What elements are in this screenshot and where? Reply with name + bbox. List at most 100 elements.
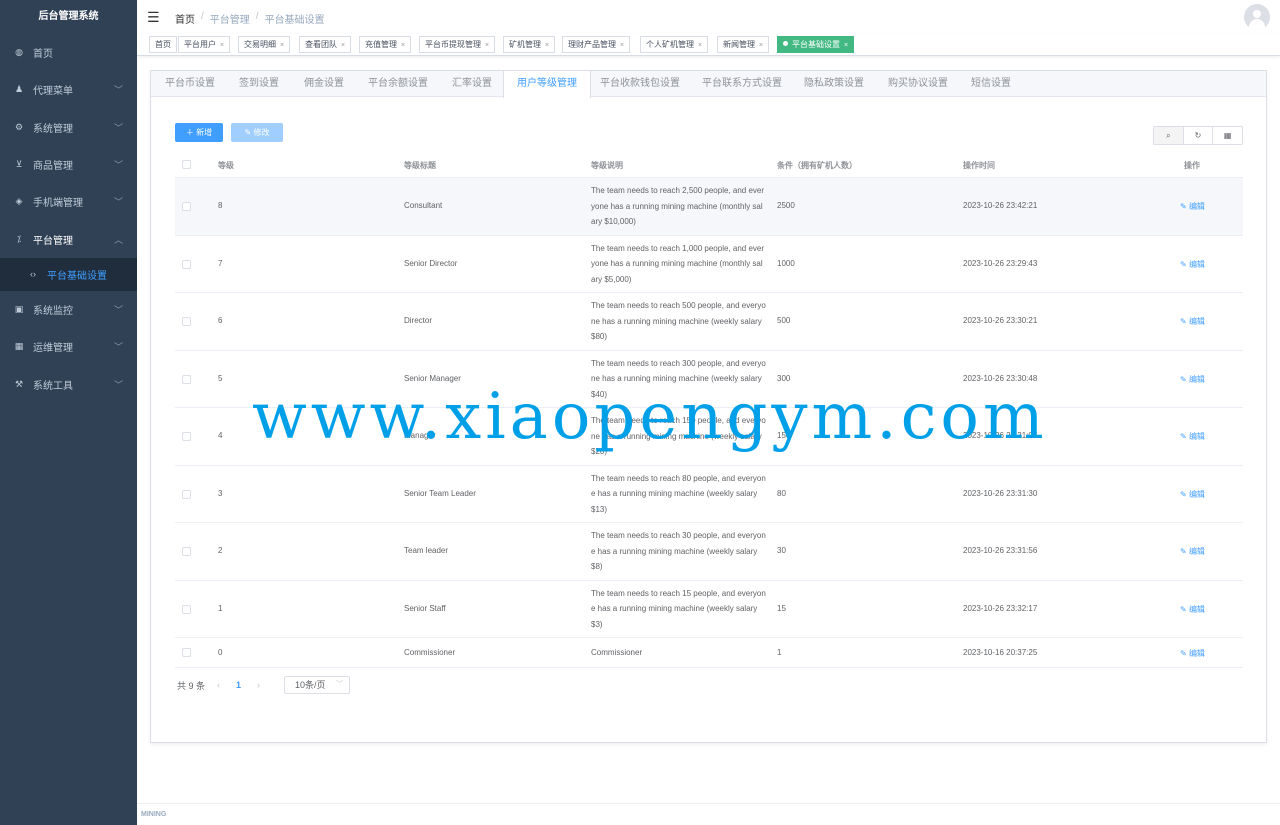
close-icon[interactable]: × — [280, 42, 284, 49]
tag-withdraw[interactable]: 平台币提现管理 × — [419, 36, 496, 53]
tag-news[interactable]: 新闻管理 × — [717, 36, 770, 53]
close-icon[interactable]: × — [620, 42, 624, 49]
row-checkbox[interactable] — [182, 604, 191, 614]
sidebar-item-agent-menu[interactable]: ♟ 代理菜单 ﹀ — [0, 71, 137, 108]
row-checkbox[interactable] — [182, 648, 191, 657]
chevron-down-icon: ﹀ — [113, 122, 123, 133]
close-icon[interactable]: × — [545, 42, 549, 49]
row-checkbox[interactable] — [182, 547, 191, 556]
edit-link-label: 编辑 — [1188, 489, 1205, 499]
sidebar-item-label: 代理菜单 — [33, 86, 73, 98]
row-checkbox[interactable] — [182, 489, 191, 499]
tab-balance[interactable]: 平台余额设置 — [368, 71, 428, 97]
refresh-icon[interactable]: ↻ — [1184, 127, 1214, 144]
row-checkbox[interactable] — [182, 374, 191, 384]
sidebar-item-tools[interactable]: ⚒ 系统工具 ﹀ — [0, 365, 137, 402]
close-icon[interactable]: × — [341, 42, 345, 49]
sidebar-item-platform[interactable]: ⁒ 平台管理 ︿ — [0, 220, 137, 257]
tab-wallet[interactable]: 平台收款钱包设置 — [600, 71, 680, 97]
close-icon[interactable]: × — [759, 42, 763, 49]
sidebar-item-mobile[interactable]: ◈ 手机端管理 ﹀ — [0, 183, 137, 220]
table-row[interactable]: 8 Consultant The team needs to reach 2,5… — [175, 178, 1243, 236]
tab-contact[interactable]: 平台联系方式设置 — [702, 71, 782, 97]
edit-link[interactable]: ✎ 编辑 — [1180, 316, 1205, 327]
sidebar-item-platform-settings[interactable]: ‹› 平台基础设置 — [0, 257, 137, 291]
cell-condition: 2500 — [777, 201, 795, 210]
table-row[interactable]: 3 Senior Team Leader The team needs to r… — [175, 466, 1243, 523]
tag-personal-miners[interactable]: 个人矿机管理 × — [640, 36, 709, 53]
edit-link-label: 编辑 — [1188, 202, 1205, 211]
table-row[interactable]: 2 Team leader The team needs to reach 30… — [175, 523, 1243, 581]
tab-platform-coin[interactable]: 平台币设置 — [165, 71, 215, 97]
tag-home[interactable]: 首页 — [149, 36, 177, 53]
cart-icon: ⊻ — [15, 159, 23, 170]
table-row[interactable]: 6 Director The team needs to reach 500 p… — [175, 293, 1243, 351]
sidebar-item-ops[interactable]: ▦ 运维管理 ﹀ — [0, 328, 137, 365]
edit-link[interactable]: ✎ 编辑 — [1180, 259, 1205, 270]
cell-title: Senior Staff — [404, 603, 446, 613]
tag-platform-users[interactable]: 平台用户 × — [178, 36, 231, 53]
next-page-icon[interactable]: › — [257, 680, 260, 690]
table-row[interactable]: 4 Manager The team needs to reach 150 pe… — [175, 408, 1243, 466]
edit-link[interactable]: ✎ 编辑 — [1180, 374, 1205, 385]
page-number[interactable]: 1 — [236, 680, 241, 690]
edit-link[interactable]: ✎ 编辑 — [1180, 489, 1205, 500]
tab-user-levels[interactable]: 用户等级管理 — [503, 71, 591, 98]
tab-commission[interactable]: 佣金设置 — [304, 71, 344, 97]
tag-transactions[interactable]: 交易明细 × — [238, 36, 291, 53]
breadcrumb-home[interactable]: 首页 — [175, 11, 195, 26]
row-checkbox[interactable] — [182, 432, 191, 441]
table-row[interactable]: 0 Commissioner Commissioner 1 2023-10-16… — [175, 638, 1243, 668]
add-button[interactable]: ＋ 新增 — [175, 123, 223, 142]
cell-level: 8 — [218, 201, 223, 210]
columns-icon[interactable]: ▦ — [1213, 127, 1242, 144]
row-checkbox[interactable] — [182, 202, 191, 211]
close-icon[interactable]: × — [844, 42, 848, 49]
close-icon[interactable]: × — [220, 42, 224, 49]
sidebar-item-products[interactable]: ⊻ 商品管理 ﹀ — [0, 146, 137, 183]
edit-link[interactable]: ✎ 编辑 — [1180, 201, 1205, 212]
tag-finance-products[interactable]: 理财产品管理 × — [562, 36, 631, 53]
tag-recharge[interactable]: 充值管理 × — [359, 36, 412, 53]
hamburger-icon[interactable]: ☰ — [147, 9, 160, 26]
prev-page-icon[interactable]: ‹ — [217, 680, 220, 690]
edit-link-label: 编辑 — [1188, 649, 1205, 658]
edit-icon: ✎ — [1180, 432, 1189, 441]
sidebar-item-home[interactable]: ◍ 首页 — [0, 34, 137, 71]
cell-condition: 15 — [777, 603, 786, 613]
sidebar-item-label: 系统监控 — [33, 305, 73, 317]
close-icon[interactable]: × — [401, 42, 405, 49]
row-checkbox[interactable] — [182, 317, 191, 326]
close-icon[interactable]: × — [485, 42, 489, 49]
tab-exchange-rate[interactable]: 汇率设置 — [452, 71, 492, 97]
cell-time: 2023-10-26 23:31:07 — [963, 431, 1038, 440]
tab-privacy[interactable]: 隐私政策设置 — [804, 71, 864, 97]
tag-team[interactable]: 查看团队 × — [299, 36, 352, 53]
tab-sms[interactable]: 短信设置 — [971, 71, 1011, 97]
table-row[interactable]: 1 Senior Staff The team needs to reach 1… — [175, 581, 1243, 638]
page-size-select[interactable]: 10条/页 ﹀ — [284, 676, 351, 694]
edit-link[interactable]: ✎ 编辑 — [1180, 648, 1205, 659]
edit-link-label: 编辑 — [1188, 547, 1205, 556]
table-row[interactable]: 7 Senior Director The team needs to reac… — [175, 236, 1243, 293]
cell-time: 2023-10-26 23:31:56 — [963, 546, 1038, 555]
sidebar-item-system[interactable]: ⚙ 系统管理 ﹀ — [0, 109, 137, 146]
cell-desc: The team needs to reach 150 people, and … — [591, 416, 766, 456]
settings-tabs: 平台币设置 签到设置 佣金设置 平台余额设置 汇率设置 用户等级管理 平台收款钱… — [151, 71, 1266, 98]
tab-purchase-agreement[interactable]: 购买协议设置 — [888, 71, 948, 97]
tag-miners[interactable]: 矿机管理 × — [503, 36, 556, 53]
row-checkbox[interactable] — [182, 259, 191, 269]
tag-platform-settings[interactable]: 平台基础设置 × — [777, 36, 855, 53]
edit-link[interactable]: ✎ 编辑 — [1180, 604, 1205, 615]
select-all-checkbox[interactable] — [182, 160, 191, 169]
sidebar-item-monitor[interactable]: ▣ 系统监控 ﹀ — [0, 291, 137, 328]
edit-button[interactable]: ✎ 修改 — [231, 123, 283, 142]
avatar[interactable] — [1244, 4, 1270, 30]
search-icon[interactable]: ⌕ — [1154, 127, 1184, 144]
tab-checkin[interactable]: 签到设置 — [239, 71, 279, 97]
close-icon[interactable]: × — [698, 42, 702, 49]
edit-link[interactable]: ✎ 编辑 — [1180, 431, 1205, 442]
edit-link[interactable]: ✎ 编辑 — [1180, 546, 1205, 557]
cell-condition: 1 — [777, 648, 782, 657]
table-row[interactable]: 5 Senior Manager The team needs to reach… — [175, 351, 1243, 408]
